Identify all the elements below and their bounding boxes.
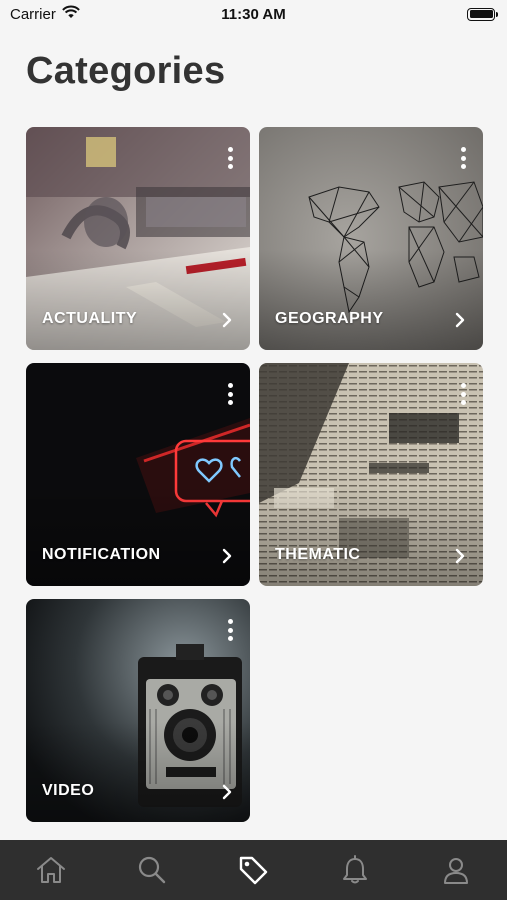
category-card-video[interactable]: VIDEO [26,599,250,822]
category-card-notification[interactable]: NOTIFICATION [26,363,250,586]
category-card-actuality[interactable]: ACTUALITY [26,127,250,350]
category-card-geography[interactable]: GEOGRAPHY [259,127,483,350]
chevron-right-icon [220,312,234,328]
tab-bar [0,840,507,900]
carrier-label: Carrier [10,5,56,23]
page-title: Categories [26,50,226,92]
category-card-thematic[interactable]: THEMATIC [259,363,483,586]
chevron-right-icon [220,548,234,564]
chevron-right-icon [453,312,467,328]
tab-search[interactable] [132,850,172,890]
category-label: VIDEO [42,782,95,799]
wifi-icon [62,5,80,23]
more-options-icon[interactable] [226,383,234,405]
profile-icon [444,858,469,884]
tab-categories[interactable] [233,850,273,890]
chevron-right-icon [220,784,234,800]
tab-notifications[interactable] [335,850,375,890]
battery-icon [467,7,498,21]
chevron-right-icon [453,548,467,564]
tab-home[interactable] [31,850,71,890]
more-options-icon[interactable] [459,147,467,169]
more-options-icon[interactable] [459,383,467,405]
status-left: Carrier [10,5,80,23]
category-label: NOTIFICATION [42,546,161,563]
category-label: GEOGRAPHY [275,310,384,327]
category-label: THEMATIC [275,546,361,563]
categories-grid: ACTUALITY GEOGRAPHY NOTIFICATION THEMATI… [26,127,483,822]
tab-profile[interactable] [436,850,476,890]
tag-icon [240,856,268,885]
category-label: ACTUALITY [42,310,138,327]
bell-icon [342,855,367,884]
home-icon [36,857,65,883]
status-bar: Carrier 11:30 AM [0,0,507,28]
search-icon [138,856,166,884]
more-options-icon[interactable] [226,147,234,169]
more-options-icon[interactable] [226,619,234,641]
